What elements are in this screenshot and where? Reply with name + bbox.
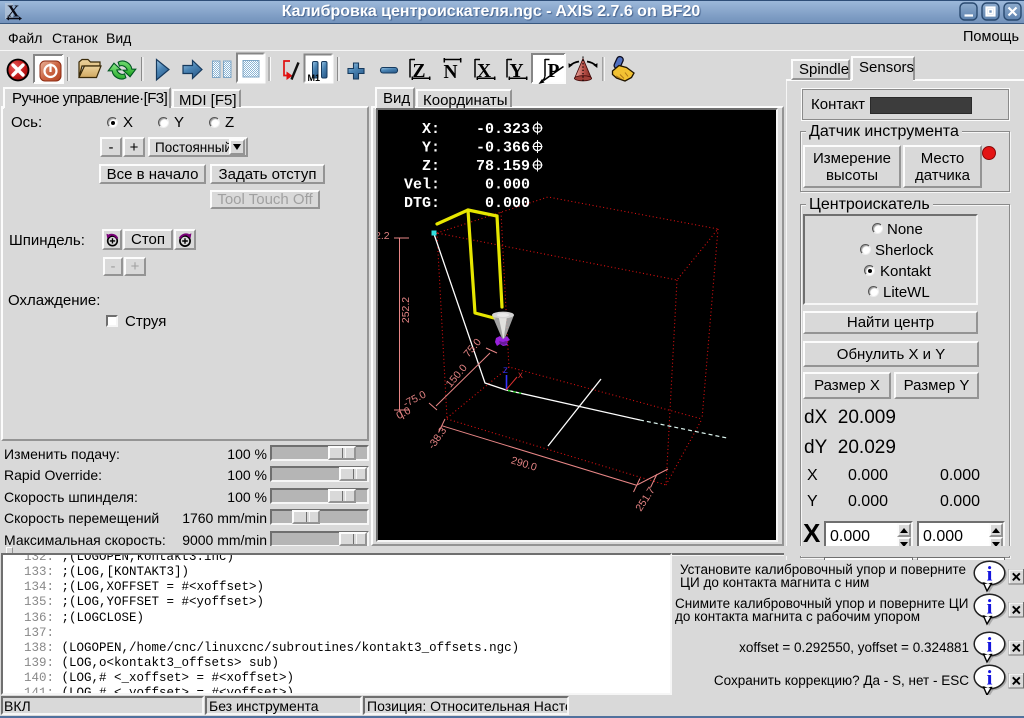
- svg-text:Z:: Z:: [422, 158, 440, 175]
- svg-text:Vel:: Vel:: [404, 177, 440, 194]
- svg-text:X: X: [477, 61, 491, 82]
- svg-text:75.0: 75.0: [462, 336, 484, 359]
- svg-text:0.000: 0.000: [485, 195, 530, 212]
- svg-text:252.2: 252.2: [400, 297, 412, 323]
- svg-text:-0.323: -0.323: [476, 121, 530, 138]
- svg-text:Y: Y: [510, 61, 524, 82]
- svg-text:78.159: 78.159: [476, 158, 530, 175]
- svg-text:X: X: [518, 372, 523, 381]
- svg-text:Z: Z: [413, 61, 426, 82]
- svg-text:Z: Z: [503, 367, 508, 376]
- svg-text:251.7: 251.7: [633, 485, 657, 514]
- svg-text:P: P: [548, 61, 560, 82]
- svg-text:290.0: 290.0: [510, 455, 539, 474]
- svg-text:DTG:: DTG:: [404, 195, 440, 212]
- svg-text:N: N: [444, 62, 458, 83]
- svg-text:2.2: 2.2: [376, 230, 390, 242]
- svg-text:0.000: 0.000: [485, 177, 530, 194]
- svg-text:Y:: Y:: [422, 140, 440, 157]
- svg-text:M1: M1: [308, 73, 321, 83]
- svg-text:X:: X:: [422, 121, 440, 138]
- svg-text:-38.3: -38.3: [426, 425, 450, 452]
- svg-text:-0.366: -0.366: [476, 140, 530, 157]
